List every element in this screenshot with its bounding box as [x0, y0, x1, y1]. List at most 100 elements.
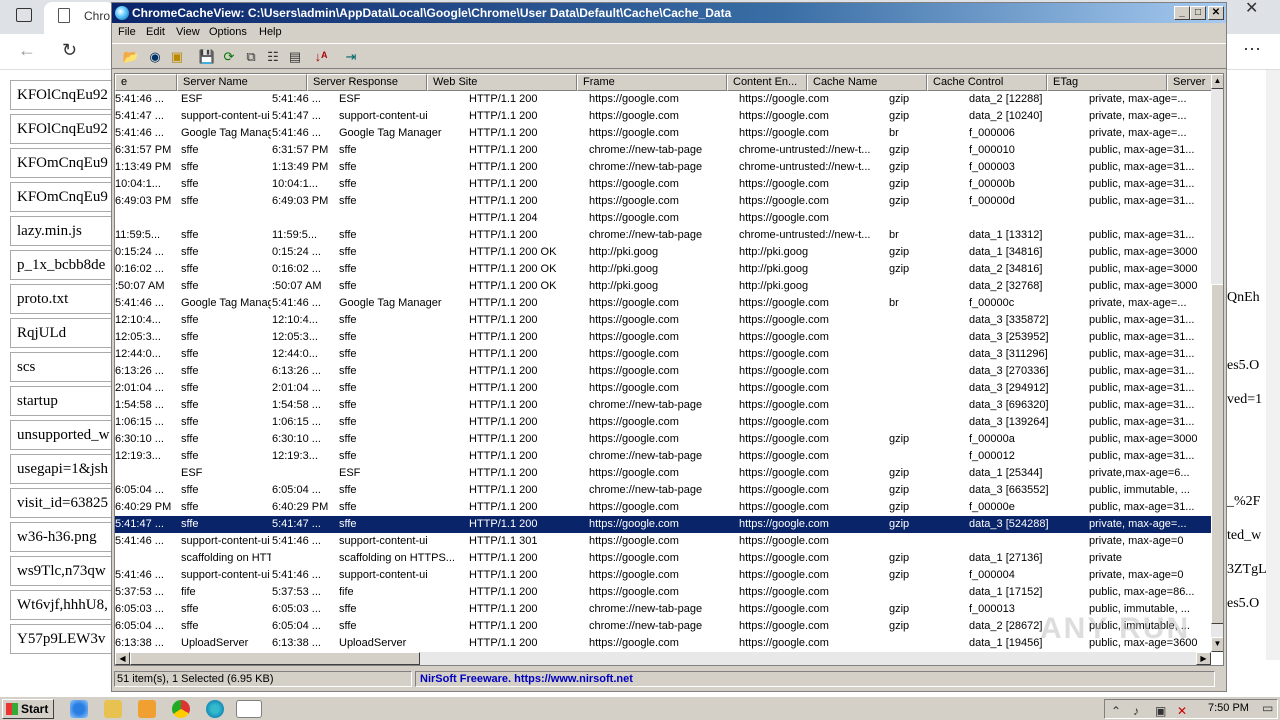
vertical-scrollbar[interactable]: ▲ ▼ — [1211, 74, 1223, 652]
globe-icon[interactable]: ◉ — [146, 48, 164, 65]
page-file-item[interactable]: visit_id=63825 — [10, 488, 120, 518]
copy-folder-icon[interactable]: ▣ — [168, 48, 186, 65]
show-desktop-icon[interactable]: ▭ — [1262, 701, 1273, 715]
page-file-item[interactable]: Y57p9LEW3v — [10, 624, 120, 654]
maximize-button[interactable]: □ — [1190, 6, 1206, 20]
cache-list-view[interactable]: e Server Name Server Response Web Site Frame… — [114, 73, 1224, 666]
properties-icon[interactable]: ☷ — [264, 48, 282, 65]
edge-icon[interactable] — [206, 700, 224, 718]
page-file-item[interactable]: proto.txt — [10, 284, 120, 314]
table-row[interactable]: 2:01:04 ... sffe 2:01:04 ... sffe HTTP/1.1 2… — [115, 380, 1211, 397]
page-file-item[interactable]: KFOlCnqEu92 — [10, 80, 120, 110]
table-row[interactable]: 5:41:47 ... sffe 5:41:47 ... sffe HTTP/1.1 2… — [115, 516, 1211, 533]
page-file-item[interactable]: p_1x_bcbb8de — [10, 250, 120, 280]
open-folder-icon[interactable]: 📂 — [122, 48, 140, 65]
table-row[interactable]: 1:06:15 ... sffe 1:06:15 ... sffe HTTP/1.1 2… — [115, 414, 1211, 431]
exit-icon[interactable]: ⇥ — [342, 48, 360, 65]
refresh-icon[interactable]: ⟳ — [220, 48, 238, 65]
menu-file[interactable]: File — [118, 26, 136, 38]
back-arrow-icon[interactable]: ← — [18, 40, 36, 61]
table-row[interactable]: 11:59:5... sffe 11:59:5... sffe HTTP/1.1 200… — [115, 227, 1211, 244]
column-header[interactable]: Server Response — [307, 74, 427, 91]
network-icon[interactable]: ▣ — [1155, 704, 1166, 718]
copy-icon[interactable]: ⧉ — [242, 48, 260, 65]
table-row[interactable]: 1:54:58 ... sffe 1:54:58 ... sffe HTTP/1.1 2… — [115, 397, 1211, 414]
scroll-down-arrow-icon[interactable]: ▼ — [1211, 637, 1223, 652]
table-row[interactable]: 12:44:0... sffe 12:44:0... sffe HTTP/1.1 200… — [115, 346, 1211, 363]
alert-icon[interactable]: ✕ — [1177, 704, 1187, 718]
page-file-item[interactable]: Wt6vjf,hhhU8, — [10, 590, 120, 620]
page-file-item[interactable]: KFOmCnqEu9 — [10, 182, 120, 212]
chromecacheview-task-icon[interactable] — [236, 700, 262, 718]
column-header[interactable]: Frame — [577, 74, 727, 91]
table-row[interactable]: 6:31:57 PM sffe 6:31:57 PM sffe HTTP/1.1 200… — [115, 142, 1211, 159]
menu-edit[interactable]: Edit — [146, 26, 165, 38]
table-row[interactable]: scaffolding on HTTI scaffolding on HTTPS.… — [115, 550, 1211, 567]
sort-icon[interactable]: ↓ᴬ — [312, 48, 330, 65]
table-row[interactable]: 1:13:49 PM sffe 1:13:49 PM sffe HTTP/1.1 200… — [115, 159, 1211, 176]
page-file-item[interactable]: KFOmCnqEu9 — [10, 148, 120, 178]
column-header[interactable]: e — [115, 74, 177, 91]
minimize-button[interactable]: _ — [1174, 6, 1190, 20]
column-header[interactable]: Content En... — [727, 74, 807, 91]
table-row[interactable]: 5:41:46 ... ESF 5:41:46 ... ESF HTTP/1.1 200… — [115, 91, 1211, 108]
page-file-item[interactable]: usegapi=1&jsh — [10, 454, 120, 484]
column-header[interactable]: Server Name — [177, 74, 307, 91]
table-row[interactable]: 6:49:03 PM sffe 6:49:03 PM sffe HTTP/1.1 200… — [115, 193, 1211, 210]
table-row[interactable]: 12:05:3... sffe 12:05:3... sffe HTTP/1.1 200… — [115, 329, 1211, 346]
table-row[interactable]: 6:05:04 ... sffe 6:05:04 ... sffe HTTP/1.1 2… — [115, 482, 1211, 499]
column-header[interactable]: ETag — [1047, 74, 1167, 91]
page-file-item[interactable]: w36-h36.png — [10, 522, 120, 552]
close-button[interactable]: ✕ — [1208, 6, 1224, 20]
horizontal-scrollbar[interactable]: ◀ ▶ — [115, 652, 1211, 665]
table-row[interactable]: 5:41:46 ... support-content-ui 5:41:46 ...… — [115, 567, 1211, 584]
table-row[interactable]: 12:10:4... sffe 12:10:4... sffe HTTP/1.1 200… — [115, 312, 1211, 329]
scroll-right-arrow-icon[interactable]: ▶ — [1196, 652, 1211, 665]
scroll-up-arrow-icon[interactable]: ▲ — [1211, 74, 1223, 89]
page-file-item[interactable]: RqjULd — [10, 318, 120, 348]
column-header[interactable]: Server — [1167, 74, 1217, 91]
table-row[interactable]: 6:13:26 ... sffe 6:13:26 ... sffe HTTP/1.1 2… — [115, 363, 1211, 380]
start-button[interactable]: Start — [2, 699, 54, 719]
table-row[interactable]: 6:30:10 ... sffe 6:30:10 ... sffe HTTP/1.1 2… — [115, 431, 1211, 448]
table-row[interactable]: 5:41:47 ... support-content-ui 5:41:47 ...… — [115, 108, 1211, 125]
browser-scrollbar[interactable] — [1266, 70, 1280, 660]
menu-options[interactable]: Options — [209, 26, 247, 38]
tray-expand-icon[interactable]: ⌃ — [1111, 704, 1121, 718]
table-row[interactable]: 5:37:53 ... fife 5:37:53 ... fife HTTP/1.1 2… — [115, 584, 1211, 601]
table-row[interactable]: 5:41:46 ... Google Tag Manag 5:41:46 ... Go… — [115, 295, 1211, 312]
column-header[interactable]: Web Site — [427, 74, 577, 91]
column-header[interactable]: Cache Control — [927, 74, 1047, 91]
browser-menu-icon[interactable]: ⋯ — [1243, 39, 1261, 60]
table-row[interactable]: 12:19:3... sffe 12:19:3... sffe HTTP/1.1 200… — [115, 448, 1211, 465]
menu-help[interactable]: Help — [259, 26, 282, 38]
chrome-icon[interactable] — [172, 700, 190, 718]
page-file-item[interactable]: unsupported_w — [10, 420, 120, 450]
table-row[interactable]: 6:40:29 PM sffe 6:40:29 PM sffe HTTP/1.1 200… — [115, 499, 1211, 516]
page-file-item[interactable]: startup — [10, 386, 120, 416]
table-row[interactable]: 5:41:46 ... support-content-ui 5:41:46 ...… — [115, 533, 1211, 550]
speaker-icon[interactable]: ♪ — [1133, 704, 1139, 718]
table-row[interactable]: 0:16:02 ... sffe 0:16:02 ... sffe HTTP/1.1 2… — [115, 261, 1211, 278]
nirsoft-link[interactable]: NirSoft Freeware. https://www.nirsoft.ne… — [415, 671, 1215, 687]
reload-icon[interactable]: ↻ — [62, 40, 77, 61]
table-row[interactable]: ESF ESF HTTP/1.1 200 https://google.com http… — [115, 465, 1211, 482]
page-file-item[interactable]: KFOlCnqEu92 — [10, 114, 120, 144]
media-player-icon[interactable] — [138, 700, 156, 718]
ie-icon[interactable] — [70, 700, 88, 718]
table-row[interactable]: :50:07 AM sffe:50:07 AM sffe HTTP/1.1 200 O… — [115, 278, 1211, 295]
browser-close-icon[interactable]: ✕ — [1245, 0, 1258, 18]
horizontal-scroll-thumb[interactable] — [130, 652, 420, 665]
menu-view[interactable]: View — [176, 26, 200, 38]
page-file-item[interactable]: ws9Tlc,n73qw — [10, 556, 120, 586]
save-icon[interactable]: 💾 — [198, 48, 216, 65]
table-row[interactable]: 5:41:46 ... Google Tag Manag 5:41:46 ... Go… — [115, 125, 1211, 142]
table-row[interactable]: 0:15:24 ... sffe 0:15:24 ... sffe HTTP/1.1 2… — [115, 244, 1211, 261]
explorer-icon[interactable] — [104, 700, 122, 718]
vertical-scroll-thumb[interactable] — [1211, 284, 1223, 624]
table-row[interactable]: HTTP/1.1 204 https://google.com https://go… — [115, 210, 1211, 227]
page-file-item[interactable]: lazy.min.js — [10, 216, 120, 246]
title-bar[interactable]: ChromeCacheView: C:\Users\admin\AppData\… — [112, 3, 1226, 23]
html-report-icon[interactable]: ▤ — [286, 48, 304, 65]
scroll-left-arrow-icon[interactable]: ◀ — [115, 652, 130, 665]
